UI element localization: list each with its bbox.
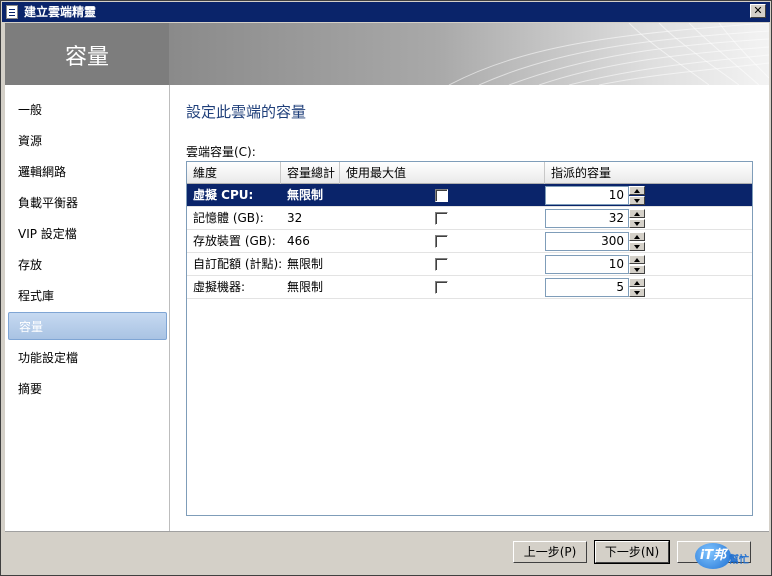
assigned-capacity-input[interactable]: 10 xyxy=(545,186,629,205)
sidebar-item-library[interactable]: 程式庫 xyxy=(8,282,167,310)
sidebar-item-resources[interactable]: 資源 xyxy=(8,127,167,155)
sidebar-item-capability-profiles[interactable]: 功能設定檔 xyxy=(8,344,167,372)
wizard-footer: 上一步(P) 下一步(N) 完成 iT邦 幫忙 xyxy=(5,531,769,573)
use-max-checkbox[interactable] xyxy=(435,281,448,294)
use-max-checkbox[interactable] xyxy=(435,189,448,202)
table-row[interactable]: 記憶體 (GB): 32 32 xyxy=(187,207,752,230)
sidebar-item-load-balancers[interactable]: 負載平衡器 xyxy=(8,189,167,217)
page-title: 設定此雲端的容量 xyxy=(186,103,307,121)
use-max-checkbox[interactable] xyxy=(435,235,448,248)
assigned-capacity-input[interactable]: 10 xyxy=(545,255,629,274)
cloud-capacity-label: 雲端容量(C): xyxy=(186,145,256,159)
stepper-down-arrow-icon[interactable] xyxy=(629,265,645,274)
cell-dimension: 存放裝置 (GB): xyxy=(193,234,276,248)
cell-total: 32 xyxy=(287,211,303,225)
sidebar-item-logical-networks[interactable]: 邏輯網路 xyxy=(8,158,167,186)
capacity-grid: 維度 容量總計 使用最大值 指派的容量 虛擬 CPU: 無限制 10 記憶體 (… xyxy=(186,161,753,516)
stepper-down-arrow-icon[interactable] xyxy=(629,219,645,228)
sidebar-item-summary[interactable]: 摘要 xyxy=(8,375,167,403)
grid-header: 維度 容量總計 使用最大值 指派的容量 xyxy=(187,162,752,184)
sidebar-item-vip-templates[interactable]: VIP 設定檔 xyxy=(8,220,167,248)
assigned-capacity-input[interactable]: 5 xyxy=(545,278,629,297)
assigned-capacity-stepper[interactable]: 32 xyxy=(545,209,645,228)
sidebar-item-capacity[interactable]: 容量 xyxy=(8,312,167,340)
sidebar-item-general[interactable]: 一般 xyxy=(8,96,167,124)
stepper-buttons xyxy=(629,255,645,274)
stepper-buttons xyxy=(629,209,645,228)
column-header-dimension[interactable]: 維度 xyxy=(187,162,281,184)
assigned-capacity-input[interactable]: 32 xyxy=(545,209,629,228)
sidebar-item-storage[interactable]: 存放 xyxy=(8,251,167,279)
table-row[interactable]: 虛擬機器: 無限制 5 xyxy=(187,276,752,299)
column-header-assigned[interactable]: 指派的容量 xyxy=(545,162,752,184)
assigned-capacity-stepper[interactable]: 300 xyxy=(545,232,645,251)
use-max-checkbox[interactable] xyxy=(435,212,448,225)
stepper-up-arrow-icon[interactable] xyxy=(629,278,645,287)
content-panel: 設定此雲端的容量 雲端容量(C): 維度 容量總計 使用最大值 指派的容量 虛擬… xyxy=(170,85,769,531)
assigned-capacity-stepper[interactable]: 10 xyxy=(545,255,645,274)
stepper-down-arrow-icon[interactable] xyxy=(629,288,645,297)
document-icon xyxy=(6,5,18,19)
watermark-badge: iT邦 xyxy=(695,543,731,569)
wizard-window: 建立雲端精靈 ✕ 容量 一般 資源 邏輯網路 負載平衡器 VIP 設定檔 存放 … xyxy=(0,0,772,576)
assigned-capacity-stepper[interactable]: 10 xyxy=(545,186,645,205)
stepper-down-arrow-icon[interactable] xyxy=(629,242,645,251)
cell-dimension: 虛擬 CPU: xyxy=(193,188,254,202)
wizard-steps-sidebar: 一般 資源 邏輯網路 負載平衡器 VIP 設定檔 存放 程式庫 容量 功能設定檔… xyxy=(5,85,170,531)
column-header-total[interactable]: 容量總計 xyxy=(281,162,340,184)
table-row[interactable]: 存放裝置 (GB): 466 300 xyxy=(187,230,752,253)
watermark-sub: 幫忙 xyxy=(729,555,749,566)
cell-total: 無限制 xyxy=(287,280,324,294)
cell-total: 無限制 xyxy=(287,257,324,271)
stepper-up-arrow-icon[interactable] xyxy=(629,232,645,241)
stepper-up-arrow-icon[interactable] xyxy=(629,209,645,218)
stepper-buttons xyxy=(629,232,645,251)
header-banner: 容量 xyxy=(5,23,769,85)
stepper-buttons xyxy=(629,278,645,297)
cell-dimension: 記憶體 (GB): xyxy=(193,211,264,225)
stepper-down-arrow-icon[interactable] xyxy=(629,196,645,205)
cell-dimension: 自訂配額 (計點): xyxy=(193,257,283,271)
stepper-up-arrow-icon[interactable] xyxy=(629,186,645,195)
banner-wave-decoration xyxy=(448,23,769,85)
assigned-capacity-stepper[interactable]: 5 xyxy=(545,278,645,297)
assigned-capacity-input[interactable]: 300 xyxy=(545,232,629,251)
previous-button[interactable]: 上一步(P) xyxy=(513,541,587,563)
use-max-checkbox[interactable] xyxy=(435,258,448,271)
stepper-up-arrow-icon[interactable] xyxy=(629,255,645,264)
cell-total: 466 xyxy=(287,234,310,248)
window-title: 建立雲端精靈 xyxy=(24,5,97,19)
table-row[interactable]: 虛擬 CPU: 無限制 10 xyxy=(187,184,752,207)
close-button[interactable]: ✕ xyxy=(750,4,766,18)
title-bar[interactable]: 建立雲端精靈 ✕ xyxy=(2,2,770,22)
ithome-watermark-logo: iT邦 幫忙 xyxy=(695,541,761,571)
column-header-use-max[interactable]: 使用最大值 xyxy=(340,162,545,184)
table-row[interactable]: 自訂配額 (計點): 無限制 10 xyxy=(187,253,752,276)
stepper-buttons xyxy=(629,186,645,205)
next-button[interactable]: 下一步(N) xyxy=(594,540,670,564)
banner-heading: 容量 xyxy=(65,45,110,70)
cell-dimension: 虛擬機器: xyxy=(193,280,246,294)
cell-total: 無限制 xyxy=(287,188,324,202)
